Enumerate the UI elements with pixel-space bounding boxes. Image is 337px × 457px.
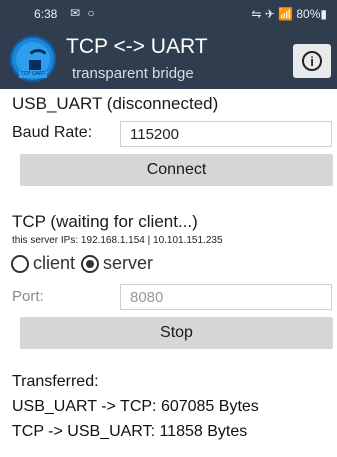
app-title: TCP <-> UART <box>66 35 208 58</box>
mode-radio-group: client server <box>11 253 153 274</box>
connect-button[interactable]: Connect <box>20 154 333 186</box>
client-radio-label[interactable]: client <box>33 253 75 274</box>
logo-tag: TCP UART <box>19 71 47 78</box>
port-label: Port: <box>12 288 44 305</box>
uart-status-title: USB_UART (disconnected) <box>12 94 219 113</box>
app-subtitle: transparent bridge <box>72 65 194 82</box>
status-time: 6:38 <box>34 7 58 21</box>
baud-rate-label: Baud Rate: <box>12 124 93 141</box>
port-input[interactable]: 8080 <box>120 284 332 310</box>
baud-rate-input[interactable]: 115200 <box>120 121 332 147</box>
status-bar: 6:38 ✉ ○ ⇋ ✈ 📶 80%▮ <box>0 0 337 27</box>
tcp-to-uart-count: TCP -> USB_UART: 11858 Bytes <box>12 423 248 440</box>
app-logo-icon: TCP UART <box>10 36 56 82</box>
stop-button[interactable]: Stop <box>20 317 333 349</box>
tcp-status-title: TCP (waiting for client...) <box>12 212 198 231</box>
info-button[interactable]: i <box>293 44 331 78</box>
server-ips: this server IPs: 192.168.1.154 | 10.101.… <box>12 235 223 246</box>
uart-to-tcp-count: USB_UART -> TCP: 607085 Bytes <box>12 398 259 415</box>
notification-icons: ✉ ○ <box>70 6 97 20</box>
info-icon: i <box>302 51 322 71</box>
server-radio-label[interactable]: server <box>103 253 153 274</box>
app-bar: TCP UART TCP <-> UART transparent bridge… <box>0 27 337 89</box>
transferred-title: Transferred: <box>12 373 99 390</box>
system-icons: ⇋ ✈ 📶 80%▮ <box>251 7 327 21</box>
server-radio[interactable] <box>81 254 100 273</box>
client-radio[interactable] <box>11 254 29 273</box>
